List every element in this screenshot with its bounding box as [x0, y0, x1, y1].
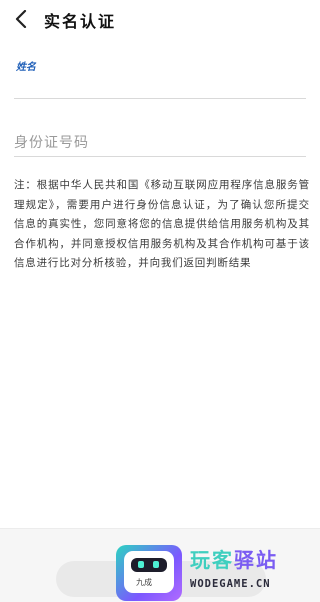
page-title: 实名认证 — [44, 12, 117, 31]
robot-eye-left — [138, 561, 144, 568]
watermark-brand-part1: 玩客 — [190, 548, 234, 572]
watermark-stamp: 九成 — [136, 578, 152, 587]
chevron-left-icon — [15, 10, 27, 28]
name-input[interactable] — [14, 72, 306, 96]
robot-face-icon: 九成 — [124, 551, 174, 593]
back-button[interactable] — [10, 8, 32, 30]
watermark-brand-part2: 驿站 — [234, 548, 278, 572]
robot-eye-right — [153, 561, 159, 568]
watermark-domain: WODEGAME.CN — [190, 578, 271, 590]
watermark-brand: 玩客驿站 — [190, 544, 278, 573]
top-bar: 实名认证 — [0, 0, 320, 40]
id-card-number-input[interactable] — [14, 131, 306, 155]
authentication-notice: 注：根据中华人民共和国《移动互联网应用程序信息服务管理规定》，需要用户进行身份信… — [14, 179, 310, 269]
id-field-underline — [14, 156, 306, 157]
name-field-underline — [14, 98, 306, 99]
watermark-logo: 九成 — [116, 545, 182, 601]
name-field-label: 姓名 — [16, 62, 36, 73]
robot-visor — [131, 558, 167, 572]
